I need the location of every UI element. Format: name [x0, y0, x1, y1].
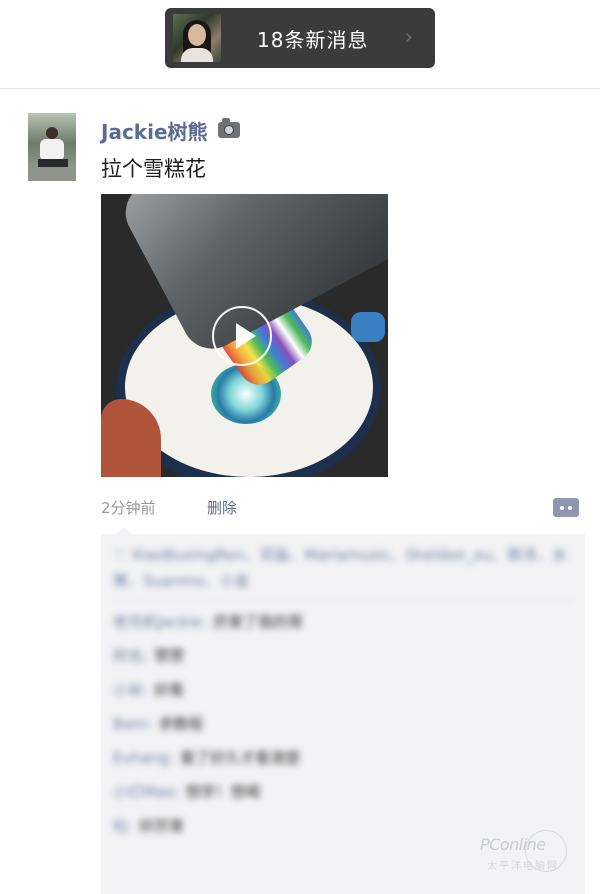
play-icon[interactable] — [212, 306, 272, 366]
comment-item[interactable]: 小灯Mao: 想学！想喝 — [113, 775, 573, 809]
camera-icon — [218, 118, 240, 138]
post-text: 拉个雪糕花 — [101, 157, 206, 181]
video-thumbnail[interactable] — [101, 194, 388, 477]
comment-item[interactable]: Evhang: 看了好久才看清楚 — [113, 741, 573, 775]
comment-author: Evhang — [113, 749, 170, 767]
comment-author: Bam — [113, 715, 148, 733]
comment-author: 小米 — [113, 681, 144, 699]
comment-text: 赞赞 — [154, 647, 185, 665]
comment-item[interactable]: 阿毛: 赞赞 — [113, 639, 573, 673]
banner-avatar — [173, 14, 221, 62]
comment-text: 想学！想喝 — [185, 783, 261, 801]
comment-item[interactable]: 老司机Jackie: 厉害了我的哥 — [113, 605, 573, 639]
post-author-name[interactable]: Jackie树熊 — [101, 116, 208, 145]
comment-text: 求教程 — [158, 715, 204, 733]
divider — [0, 88, 600, 89]
new-messages-banner[interactable]: 18条新消息 › — [165, 8, 435, 68]
watermark-sub: 太平洋电脑网 — [487, 861, 559, 872]
post-author-avatar[interactable] — [28, 113, 76, 181]
comment-item[interactable]: 小米: 好看 — [113, 673, 573, 707]
new-messages-count: 18条新消息 — [257, 28, 369, 52]
comment-bubble-icon[interactable] — [553, 498, 579, 517]
comment-item[interactable]: Bam: 求教程 — [113, 707, 573, 741]
comment-author: 杜 — [113, 817, 129, 835]
comment-text: 看了好久才看清楚 — [180, 749, 301, 767]
comment-author: 阿毛 — [113, 647, 144, 665]
watermark-brand: PConline — [480, 835, 546, 854]
comment-text: 好看 — [154, 681, 185, 699]
chevron-right-icon: › — [404, 25, 413, 50]
comment-author: 老司机Jackie — [113, 613, 202, 631]
likes-list[interactable]: ♡ XiaoBuxingRen、邓淼、Mariamusic、Sheldon_xu… — [113, 542, 573, 601]
comment-text: 厉害了我的哥 — [213, 613, 304, 631]
comment-author: 小灯Mao — [113, 783, 175, 801]
post-timestamp: 2分钟前 — [101, 499, 156, 517]
comment-text: 好厉害 — [139, 817, 185, 835]
delete-button[interactable]: 删除 — [207, 497, 237, 518]
